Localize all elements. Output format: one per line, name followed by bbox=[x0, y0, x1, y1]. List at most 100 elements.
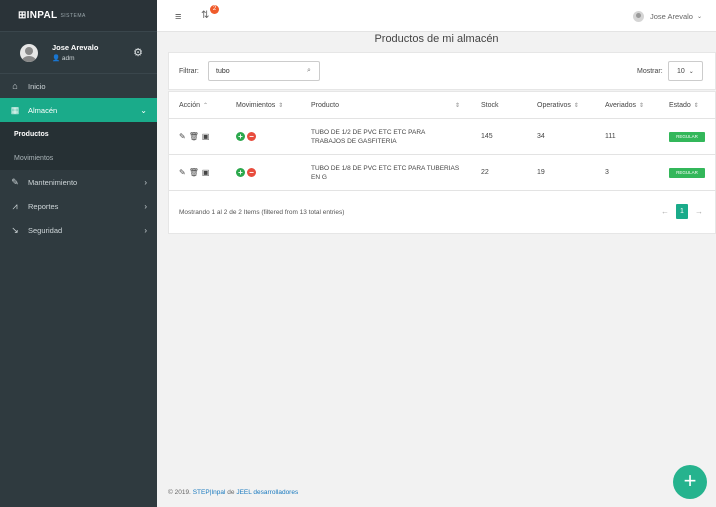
row-movements: + − bbox=[236, 132, 256, 141]
sort-asc-icon: ⌃ bbox=[203, 103, 209, 109]
add-button[interactable]: + bbox=[673, 465, 707, 499]
user-menu-name: Jose Arevalo bbox=[650, 12, 693, 21]
image-icon[interactable]: ▣ bbox=[202, 132, 210, 141]
table-row: ✎ 🗑 ▣ + − TUBO DE 1/8 DE PVC ETC ETC PAR… bbox=[169, 155, 716, 191]
sort-icon: ⇕ bbox=[639, 103, 645, 109]
plus-icon: + bbox=[683, 468, 697, 493]
sidebar-item-seguridad[interactable]: ↘ Seguridad › bbox=[0, 218, 157, 242]
cell-producto: TUBO DE 1/8 DE PVC ETC ETC PARA TUBERIAS… bbox=[311, 165, 460, 181]
sort-icon: ⇕ bbox=[693, 103, 699, 109]
sidebar-item-label: Seguridad bbox=[28, 225, 63, 235]
sidebar-subitem-productos[interactable]: Productos bbox=[0, 122, 157, 146]
next-page-icon[interactable]: → bbox=[695, 207, 703, 216]
page-number[interactable]: 1 bbox=[676, 204, 688, 219]
page-size-value: 10 bbox=[677, 68, 685, 75]
profile-role-label: adm bbox=[61, 55, 75, 62]
user-menu[interactable]: Jose Arevalo ⌄ bbox=[633, 11, 702, 22]
prev-page-icon[interactable]: ← bbox=[661, 207, 669, 216]
gear-icon[interactable]: ⚙ bbox=[133, 46, 143, 59]
chevron-down-icon: ⌄ bbox=[696, 14, 702, 20]
row-actions: ✎ 🗑 ▣ bbox=[179, 168, 209, 177]
menu-icon[interactable]: ≡ bbox=[175, 11, 181, 23]
sidebar-item-label: Mantenimiento bbox=[28, 177, 78, 187]
notification-badge: 2 bbox=[210, 5, 219, 14]
status-badge: REGULAR bbox=[669, 168, 705, 178]
th-estado[interactable]: Estado ⇕ bbox=[669, 102, 699, 109]
brand-logo: ⊞INPAL bbox=[18, 10, 58, 21]
table-row: ✎ 🗑 ▣ + − TUBO DE 1/2 DE PVC ETC ETC PAR… bbox=[169, 119, 716, 155]
search-icon: ⌕ bbox=[307, 67, 311, 74]
cell-stock: 145 bbox=[481, 133, 493, 140]
th-label: Acción bbox=[179, 102, 201, 109]
delete-icon[interactable]: 🗑 bbox=[189, 132, 199, 141]
sort-icon: ⇕ bbox=[278, 103, 284, 109]
notification-icon[interactable]: ⇅ bbox=[201, 10, 209, 21]
th-label: Operativos bbox=[537, 102, 571, 109]
th-operativos[interactable]: Operativos ⇕ bbox=[537, 102, 579, 109]
sidebar-item-mantenimiento[interactable]: ✎ Mantenimiento › bbox=[0, 170, 157, 194]
shield-icon: ↘ bbox=[11, 224, 19, 235]
chevron-right-icon: › bbox=[144, 201, 147, 211]
search-input[interactable] bbox=[208, 61, 320, 81]
user-profile: Jose Arevalo 👤 adm ⚙ bbox=[0, 32, 157, 74]
sidebar-item-label: Reportes bbox=[28, 201, 59, 211]
th-movimientos[interactable]: Movimientos ⇕ bbox=[236, 102, 283, 109]
th-label: Estado bbox=[669, 102, 691, 109]
sidebar-item-almacen[interactable]: ▦ Almacén ⌄ bbox=[0, 98, 157, 122]
profile-name: Jose Arevalo bbox=[52, 43, 99, 52]
th-averiados[interactable]: Averiados ⇕ bbox=[605, 102, 644, 109]
row-actions: ✎ 🗑 ▣ bbox=[179, 132, 209, 141]
sidebar-item-inicio[interactable]: ⌂ Inicio bbox=[0, 74, 157, 98]
remove-stock-icon[interactable]: − bbox=[247, 168, 256, 177]
th-producto[interactable]: Producto bbox=[311, 102, 339, 109]
copyright-de: de bbox=[227, 489, 235, 496]
wrench-icon: ✎ bbox=[11, 176, 19, 187]
company-link[interactable]: JEEL desarrolladores bbox=[236, 489, 298, 496]
brand[interactable]: ⊞INPAL SISTEMA bbox=[0, 0, 157, 32]
cell-operativos: 19 bbox=[537, 169, 545, 176]
cell-producto: TUBO DE 1/2 DE PVC ETC ETC PARA TRABAJOS… bbox=[311, 129, 426, 145]
page-title: Productos de mi almacén bbox=[374, 33, 499, 45]
copyright: © 2019. STEP|Inpal de JEEL desarrollador… bbox=[168, 489, 298, 496]
sidebar-item-reportes[interactable]: ⩘ Reportes › bbox=[0, 194, 157, 218]
sort-icon: ⇕ bbox=[455, 103, 461, 109]
sidebar: ⊞INPAL SISTEMA Jose Arevalo 👤 adm ⚙ ⌂ In… bbox=[0, 0, 157, 507]
step-link[interactable]: STEP|Inpal bbox=[193, 489, 226, 496]
th-label: Averiados bbox=[605, 102, 637, 109]
add-stock-icon[interactable]: + bbox=[236, 168, 245, 177]
sidebar-subitem-movimientos[interactable]: Movimientos bbox=[0, 146, 157, 170]
edit-icon[interactable]: ✎ bbox=[179, 168, 186, 177]
copyright-prefix: © 2019. bbox=[168, 489, 191, 496]
show-label: Mostrar: bbox=[637, 68, 663, 75]
chart-icon: ⩘ bbox=[12, 200, 18, 211]
image-icon[interactable]: ▣ bbox=[202, 168, 210, 177]
th-label: Stock bbox=[481, 102, 499, 109]
add-stock-icon[interactable]: + bbox=[236, 132, 245, 141]
sort-icon: ⇕ bbox=[573, 103, 579, 109]
topbar: ≡ ⇅ 2 Jose Arevalo ⌄ bbox=[157, 0, 716, 32]
th-accion[interactable]: Acción ⌃ bbox=[179, 102, 208, 109]
remove-stock-icon[interactable]: − bbox=[247, 132, 256, 141]
user-icon: 👤 bbox=[52, 55, 61, 62]
avatar bbox=[20, 43, 38, 62]
table-info: Mostrando 1 al 2 de 2 Items (filtered fr… bbox=[179, 209, 345, 216]
sidebar-subnav: Productos Movimientos bbox=[0, 122, 157, 170]
pagination: ← 1 → bbox=[661, 204, 703, 219]
cell-averiados: 111 bbox=[605, 133, 616, 140]
delete-icon[interactable]: 🗑 bbox=[189, 168, 199, 177]
cell-stock: 22 bbox=[481, 169, 489, 176]
th-label: Producto bbox=[311, 102, 340, 109]
avatar bbox=[633, 11, 645, 22]
cell-averiados: 3 bbox=[605, 169, 609, 176]
th-label: Movimientos bbox=[236, 102, 276, 109]
table-header: Acción ⌃ Movimientos ⇕ Producto ⇕ Stock Op… bbox=[169, 92, 716, 119]
sidebar-item-label: Inicio bbox=[28, 81, 46, 91]
th-stock[interactable]: Stock bbox=[481, 102, 499, 109]
products-table: Acción ⌃ Movimientos ⇕ Producto ⇕ Stock Op… bbox=[168, 91, 716, 234]
filter-label: Filtrar: bbox=[179, 68, 199, 75]
page-size-select[interactable]: 10 ⌄ bbox=[668, 61, 703, 81]
chevron-right-icon: › bbox=[144, 225, 147, 235]
chevron-down-icon: ⌄ bbox=[140, 105, 147, 115]
status-badge: REGULAR bbox=[669, 132, 705, 142]
edit-icon[interactable]: ✎ bbox=[179, 132, 186, 141]
